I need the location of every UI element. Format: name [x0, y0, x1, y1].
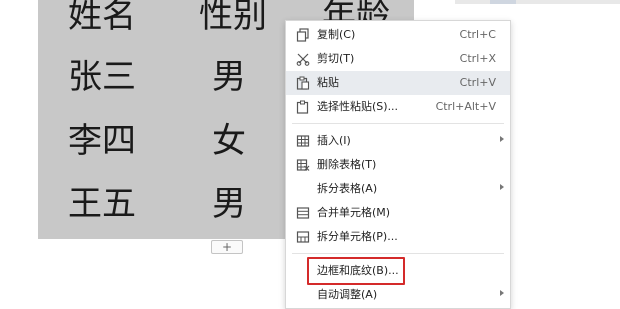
menu-item-label: 粘贴 — [317, 76, 339, 89]
table-delete-icon — [296, 158, 310, 172]
menu-item-label: 插入(I) — [317, 134, 351, 147]
menu-separator — [292, 253, 504, 254]
table-insert-icon — [296, 134, 310, 148]
split-cells-icon — [296, 230, 310, 244]
menu-item-borders-shading[interactable]: 边框和底纹(B)... — [286, 259, 510, 283]
menu-item-label: 选择性粘贴(S)... — [317, 100, 399, 113]
menu-item-insert[interactable]: 插入(I) — [286, 129, 510, 153]
menu-item-split-table[interactable]: 拆分表格(A) — [286, 177, 510, 201]
menu-item-shortcut: Ctrl+Alt+V — [435, 100, 496, 113]
table-cell[interactable]: 男 — [212, 60, 246, 94]
menu-item-label: 复制(C) — [317, 28, 356, 41]
table-cell[interactable]: 女 — [212, 124, 246, 158]
menu-item-split-cells[interactable]: 拆分单元格(P)... — [286, 225, 510, 249]
copy-icon — [296, 28, 310, 42]
menu-item-paste-special[interactable]: 选择性粘贴(S)... Ctrl+Alt+V — [286, 95, 510, 119]
menu-item-label: 合并单元格(M) — [317, 206, 391, 219]
scissors-icon — [296, 52, 310, 66]
paste-special-icon — [296, 100, 310, 114]
menu-item-cut[interactable]: 剪切(T) Ctrl+X — [286, 47, 510, 71]
context-menu: 复制(C) Ctrl+C 剪切(T) Ctrl+X 粘贴 Ctrl+V 选择性粘… — [285, 20, 511, 309]
menu-item-auto-fit[interactable]: 自动调整(A) — [286, 283, 510, 307]
submenu-arrow-icon — [500, 290, 504, 296]
menu-separator — [292, 123, 504, 124]
add-row-button[interactable]: + — [211, 240, 243, 254]
menu-item-label: 删除表格(T) — [317, 158, 377, 171]
menu-item-merge-cells[interactable]: 合并单元格(M) — [286, 201, 510, 225]
menu-item-shortcut: Ctrl+X — [459, 52, 496, 65]
table-cell[interactable]: 李四 — [68, 124, 136, 158]
table-cell[interactable]: 男 — [212, 187, 246, 221]
menu-item-paste[interactable]: 粘贴 Ctrl+V — [286, 71, 510, 95]
table-cell[interactable]: 王五 — [68, 187, 136, 221]
paste-icon — [296, 76, 310, 90]
table-cell[interactable]: 姓名 — [68, 0, 136, 33]
menu-item-label: 拆分表格(A) — [317, 182, 378, 195]
merge-cells-icon — [296, 206, 310, 220]
submenu-arrow-icon — [500, 136, 504, 142]
menu-item-label: 自动调整(A) — [317, 288, 378, 301]
submenu-arrow-icon — [500, 184, 504, 190]
menu-item-shortcut: Ctrl+V — [459, 76, 496, 89]
menu-item-label: 拆分单元格(P)... — [317, 230, 398, 243]
menu-item-copy[interactable]: 复制(C) Ctrl+C — [286, 23, 510, 47]
menu-item-delete-table[interactable]: 删除表格(T) — [286, 153, 510, 177]
table-cell[interactable]: 性别 — [199, 0, 267, 33]
toolbar-strip — [455, 0, 620, 4]
document-page: 姓名 性别 年龄 张三 男 李四 女 王五 男 + 复制(C) Ctrl+C 剪… — [0, 0, 620, 309]
menu-item-label: 边框和底纹(B)... — [317, 264, 399, 277]
menu-item-label: 剪切(T) — [317, 52, 355, 65]
toolbar-strip-selected — [490, 0, 516, 4]
menu-item-shortcut: Ctrl+C — [459, 28, 496, 41]
table-cell[interactable]: 张三 — [68, 60, 136, 94]
